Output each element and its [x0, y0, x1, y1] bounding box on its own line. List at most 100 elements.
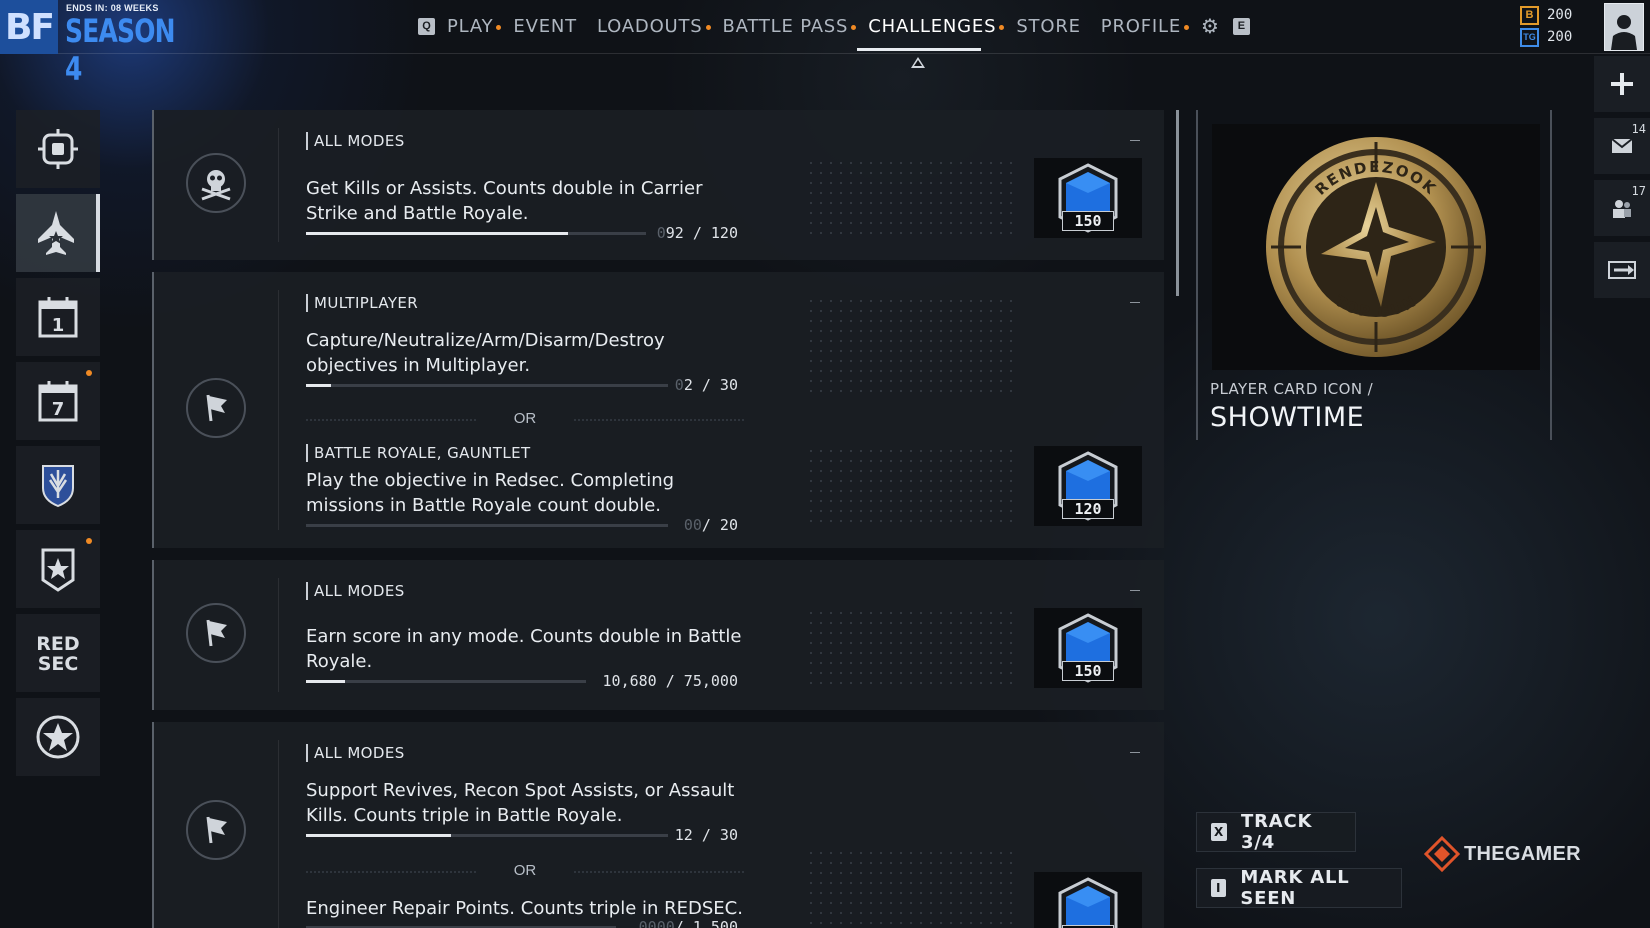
sidebar-item-career[interactable] [16, 698, 100, 776]
flag-glyph [206, 816, 227, 844]
flag-icon [186, 800, 246, 860]
progress-count: 12 / 30 [618, 826, 738, 844]
nav-battle-pass[interactable]: BATTLE PASS [723, 16, 856, 37]
squad-button[interactable]: 17 [1594, 180, 1650, 236]
nav-event[interactable]: EVENT [513, 16, 577, 37]
progress-count: 10,680 / 75,000 [558, 672, 738, 690]
progress-value: 10,680 / 75,000 [602, 672, 738, 690]
nav-loadouts[interactable]: LOADOUTS [597, 16, 711, 37]
battle-coin-value: 200 [1547, 7, 1573, 23]
skull-glyph [201, 170, 231, 201]
collapse-icon[interactable] [1130, 302, 1140, 303]
challenge-card[interactable]: ALL MODES Earn score in any mode. Counts… [152, 560, 1164, 710]
progress-fill [306, 384, 332, 387]
reward-type-label: PLAYER CARD ICON / [1210, 380, 1374, 398]
skull-icon [186, 153, 246, 213]
medal-icon: RENDEZOOK TOP GUN [1266, 137, 1486, 357]
notification-dot [86, 370, 92, 376]
reward-tile[interactable]: 150 [1034, 158, 1142, 238]
calendar-daily-icon: 1 [38, 297, 78, 338]
messages-button[interactable]: 14 [1594, 118, 1650, 174]
svg-text:SEC: SEC [38, 653, 79, 675]
reward-detail-panel: RENDEZOOK TOP GUN PLAYER CARD ICON / SHO… [1196, 110, 1552, 440]
progress-fill [306, 232, 568, 235]
track-key: X [1211, 823, 1228, 841]
exit-button[interactable] [1594, 242, 1650, 298]
track-button[interactable]: X TRACK 3/4 [1196, 811, 1356, 853]
gear-icon[interactable]: ⚙ [1201, 14, 1219, 39]
list-scrollbar[interactable] [1176, 110, 1179, 296]
xp-token-icon: 150 [1056, 163, 1120, 233]
progress-prefix: 0000 [638, 918, 675, 928]
flag-icon [186, 378, 246, 438]
left-sidebar: 1 7 RED SEC [16, 110, 100, 782]
sidebar-item-assignments[interactable] [16, 530, 100, 608]
challenge-mode: ALL MODES [306, 132, 405, 150]
progress-count: 00/ 20 [618, 516, 738, 534]
reward-tile[interactable]: 120 [1034, 446, 1142, 526]
sidebar-item-weekly[interactable]: 7 [16, 362, 100, 440]
nav-caret-icon [911, 57, 925, 68]
flag-glyph [206, 394, 227, 422]
reward-tile[interactable]: 150 [1034, 608, 1142, 688]
top-bar: BF ENDS IN: 08 WEEKS SEASON 4 Q PLAY EVE… [0, 0, 1650, 88]
collapse-icon[interactable] [1130, 752, 1140, 753]
mark-key: I [1211, 879, 1227, 897]
card-divider [278, 740, 279, 928]
soldier-silhouette-icon [1611, 15, 1637, 50]
xp-token-glyph [1058, 877, 1118, 928]
progress-bar [306, 834, 668, 837]
collapse-icon[interactable] [1130, 590, 1140, 591]
dot-pattern [806, 848, 1016, 928]
mark-all-seen-button[interactable]: I MARK ALL SEEN [1196, 867, 1402, 909]
card-divider [278, 578, 279, 692]
reward-amount: 150 [1062, 211, 1114, 231]
progress-value: 12 / 30 [674, 826, 738, 844]
challenge-mode: ALL MODES [306, 744, 405, 762]
sidebar-item-daily[interactable]: 1 [16, 278, 100, 356]
token-icon: TG [1520, 27, 1539, 47]
thegamer-watermark: THEGAMER [1424, 836, 1581, 872]
nav-right-key[interactable]: E [1232, 17, 1250, 35]
challenge-description: Earn score in any mode. Counts double in… [306, 626, 742, 672]
nav-challenges[interactable]: CHALLENGES [868, 16, 1005, 37]
challenge-card[interactable]: MULTIPLAYER Capture/Neutralize/Arm/Disar… [152, 272, 1164, 548]
progress-count: 02 / 30 [618, 376, 738, 394]
progress-bar [306, 384, 668, 387]
active-tab-underline [857, 48, 981, 51]
season-title: SEASON 4 [65, 12, 176, 88]
thegamer-logo-icon [1424, 836, 1460, 872]
shield-emblem-icon [42, 465, 74, 508]
dot-pattern [806, 608, 1016, 688]
reward-amount: 120 [1062, 499, 1114, 519]
battle-coin-icon: B [1520, 5, 1539, 25]
circle-star-icon [36, 715, 80, 759]
avatar[interactable] [1604, 3, 1644, 51]
sidebar-item-mastery[interactable] [16, 446, 100, 524]
sidebar-item-jet[interactable] [16, 194, 100, 272]
jet-icon [38, 211, 74, 255]
challenge-card[interactable]: ALL MODES Get Kills or Assists. Counts d… [152, 110, 1164, 260]
progress-bar [306, 680, 586, 683]
add-friend-button[interactable] [1594, 56, 1650, 112]
nav-left-key[interactable]: Q [418, 17, 435, 35]
progress-value: 92 / 120 [665, 224, 738, 242]
reward-amount: 150 [1062, 661, 1114, 681]
progress-prefix: 00 [683, 516, 702, 534]
challenge-mode: MULTIPLAYER [306, 294, 418, 312]
track-label: TRACK 3/4 [1241, 811, 1313, 853]
nav-store[interactable]: STORE [1016, 16, 1080, 37]
nav-profile[interactable]: PROFILE [1101, 16, 1190, 37]
sidebar-item-redsec[interactable]: RED SEC [16, 614, 100, 692]
reward-tile[interactable]: 50 [1034, 872, 1142, 928]
notification-dot [86, 538, 92, 544]
sidebar-item-target[interactable] [16, 110, 100, 188]
challenge-description: Get Kills or Assists. Counts double in C… [306, 178, 703, 224]
calendar-weekly-icon: 7 [38, 381, 78, 422]
or-separator: OR [306, 862, 744, 879]
challenge-card[interactable]: ALL MODES Support Revives, Recon Spot As… [152, 722, 1164, 928]
nav-play[interactable]: PLAY [447, 16, 502, 37]
collapse-icon[interactable] [1130, 140, 1140, 141]
currency-row: TG 200 [1520, 26, 1572, 48]
reward-name: SHOWTIME [1210, 402, 1365, 433]
